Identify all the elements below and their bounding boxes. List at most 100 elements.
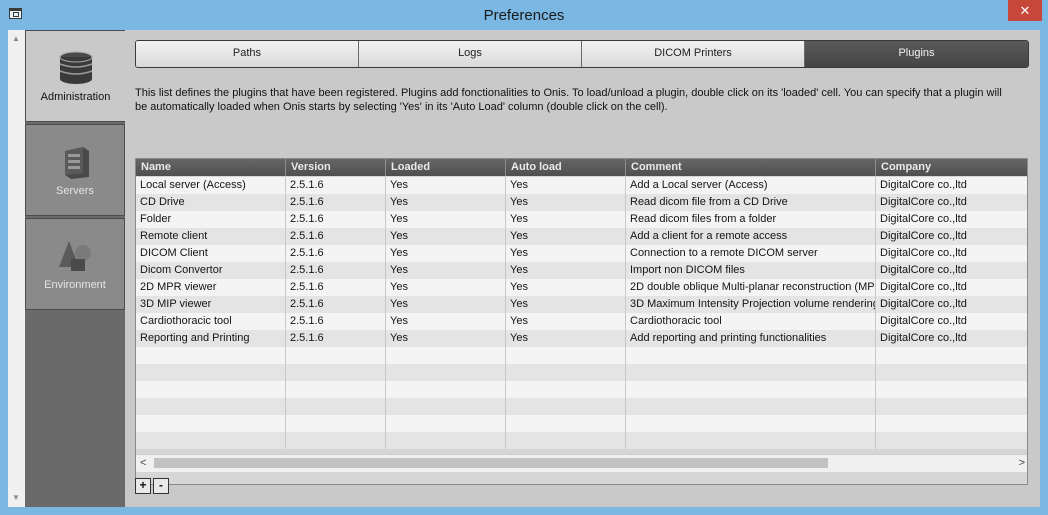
table-row[interactable]: Folder 2.5.1.6 Yes Yes Read dicom files from… xyxy=(136,211,1027,228)
column-header[interactable]: Name xyxy=(136,159,286,176)
horizontal-scrollbar[interactable]: < > xyxy=(136,454,1027,472)
table-cell[interactable]: 2D MPR viewer xyxy=(136,279,286,296)
table-cell[interactable] xyxy=(626,364,876,381)
table-cell[interactable] xyxy=(136,398,286,415)
table-cell[interactable] xyxy=(626,347,876,364)
table-cell[interactable] xyxy=(386,415,506,432)
tab-logs[interactable]: Logs xyxy=(359,41,582,67)
table-cell[interactable]: 2.5.1.6 xyxy=(286,296,386,313)
table-cell[interactable]: DigitalCore co.,ltd xyxy=(876,245,1027,262)
scroll-up-icon[interactable]: ▲ xyxy=(12,34,20,43)
table-cell[interactable] xyxy=(626,432,876,449)
table-cell[interactable]: 2.5.1.6 xyxy=(286,330,386,347)
table-row[interactable]: Local server (Access) 2.5.1.6 Yes Yes Add a … xyxy=(136,177,1027,194)
table-cell[interactable]: Yes xyxy=(506,279,626,296)
table-cell[interactable]: DigitalCore co.,ltd xyxy=(876,279,1027,296)
table-cell[interactable]: DICOM Client xyxy=(136,245,286,262)
table-cell[interactable]: Cardiothoracic tool xyxy=(136,313,286,330)
table-cell[interactable]: Yes xyxy=(506,245,626,262)
table-cell[interactable] xyxy=(386,381,506,398)
sidebar-item-servers[interactable]: Servers xyxy=(25,124,125,216)
table-cell[interactable]: 2.5.1.6 xyxy=(286,177,386,194)
table-cell[interactable]: Yes xyxy=(386,211,506,228)
table-row[interactable] xyxy=(136,381,1027,398)
table-cell[interactable] xyxy=(876,398,1027,415)
table-cell[interactable] xyxy=(876,432,1027,449)
table-cell[interactable]: Yes xyxy=(506,228,626,245)
tab-paths[interactable]: Paths xyxy=(136,41,359,67)
table-cell[interactable] xyxy=(286,398,386,415)
table-row[interactable] xyxy=(136,364,1027,381)
table-cell[interactable]: 3D MIP viewer xyxy=(136,296,286,313)
table-cell[interactable] xyxy=(506,415,626,432)
table-cell[interactable]: Yes xyxy=(506,211,626,228)
table-cell[interactable]: Yes xyxy=(506,330,626,347)
table-cell[interactable]: Import non DICOM files xyxy=(626,262,876,279)
table-cell[interactable] xyxy=(876,381,1027,398)
table-cell[interactable]: Yes xyxy=(386,228,506,245)
table-cell[interactable]: Cardiothoracic tool xyxy=(626,313,876,330)
table-cell[interactable]: DigitalCore co.,ltd xyxy=(876,194,1027,211)
table-cell[interactable] xyxy=(626,381,876,398)
table-cell[interactable]: 2.5.1.6 xyxy=(286,228,386,245)
table-cell[interactable]: 3D Maximum Intensity Projection volume r… xyxy=(626,296,876,313)
table-cell[interactable] xyxy=(506,364,626,381)
table-cell[interactable] xyxy=(876,364,1027,381)
table-row[interactable]: 2D MPR viewer 2.5.1.6 Yes Yes 2D double obli… xyxy=(136,279,1027,296)
table-cell[interactable]: Yes xyxy=(386,313,506,330)
table-cell[interactable] xyxy=(386,398,506,415)
table-cell[interactable] xyxy=(626,415,876,432)
column-header[interactable]: Version xyxy=(286,159,386,176)
table-cell[interactable]: Yes xyxy=(386,194,506,211)
table-cell[interactable] xyxy=(506,432,626,449)
scroll-left-icon[interactable]: < xyxy=(140,457,146,469)
table-cell[interactable] xyxy=(136,432,286,449)
table-cell[interactable]: Dicom Convertor xyxy=(136,262,286,279)
table-cell[interactable] xyxy=(506,381,626,398)
table-cell[interactable]: 2.5.1.6 xyxy=(286,262,386,279)
table-row[interactable]: DICOM Client 2.5.1.6 Yes Yes Connection to a… xyxy=(136,245,1027,262)
table-cell[interactable]: Yes xyxy=(386,245,506,262)
table-cell[interactable] xyxy=(286,381,386,398)
title-bar[interactable]: Preferences ✕ xyxy=(0,0,1048,30)
vertical-scrollbar[interactable]: ▲ ▼ xyxy=(8,30,26,507)
table-cell[interactable]: DigitalCore co.,ltd xyxy=(876,296,1027,313)
table-cell[interactable]: Yes xyxy=(506,313,626,330)
column-header[interactable]: Loaded xyxy=(386,159,506,176)
table-cell[interactable]: Yes xyxy=(386,262,506,279)
table-cell[interactable]: DigitalCore co.,ltd xyxy=(876,177,1027,194)
table-row[interactable]: Remote client 2.5.1.6 Yes Yes Add a client f… xyxy=(136,228,1027,245)
table-cell[interactable] xyxy=(626,398,876,415)
table-row[interactable] xyxy=(136,347,1027,364)
table-cell[interactable]: 2D double oblique Multi-planar reconstru… xyxy=(626,279,876,296)
table-cell[interactable]: Read dicom files from a folder xyxy=(626,211,876,228)
table-cell[interactable] xyxy=(876,415,1027,432)
table-cell[interactable] xyxy=(136,347,286,364)
table-cell[interactable]: 2.5.1.6 xyxy=(286,245,386,262)
table-cell[interactable] xyxy=(136,381,286,398)
sidebar-item-environment[interactable]: Environment xyxy=(25,218,125,310)
table-cell[interactable]: Yes xyxy=(506,177,626,194)
table-cell[interactable]: 2.5.1.6 xyxy=(286,313,386,330)
table-row[interactable]: CD Drive 2.5.1.6 Yes Yes Read dicom file fro… xyxy=(136,194,1027,211)
column-header[interactable]: Company xyxy=(876,159,1027,176)
table-cell[interactable] xyxy=(136,415,286,432)
table-cell[interactable]: Add a client for a remote access xyxy=(626,228,876,245)
column-header[interactable]: Auto load xyxy=(506,159,626,176)
column-header[interactable]: Comment xyxy=(626,159,876,176)
table-cell[interactable] xyxy=(386,347,506,364)
table-cell[interactable]: DigitalCore co.,ltd xyxy=(876,330,1027,347)
close-button[interactable]: ✕ xyxy=(1008,0,1042,21)
table-row[interactable] xyxy=(136,398,1027,415)
table-cell[interactable]: Local server (Access) xyxy=(136,177,286,194)
table-row[interactable]: Reporting and Printing 2.5.1.6 Yes Yes Add r… xyxy=(136,330,1027,347)
table-cell[interactable] xyxy=(286,364,386,381)
table-cell[interactable]: Connection to a remote DICOM server xyxy=(626,245,876,262)
table-cell[interactable]: DigitalCore co.,ltd xyxy=(876,262,1027,279)
table-cell[interactable] xyxy=(286,432,386,449)
table-cell[interactable] xyxy=(136,364,286,381)
table-cell[interactable]: Reporting and Printing xyxy=(136,330,286,347)
table-cell[interactable]: Yes xyxy=(506,194,626,211)
sidebar-item-administration[interactable]: Administration xyxy=(25,30,125,122)
table-cell[interactable] xyxy=(286,415,386,432)
